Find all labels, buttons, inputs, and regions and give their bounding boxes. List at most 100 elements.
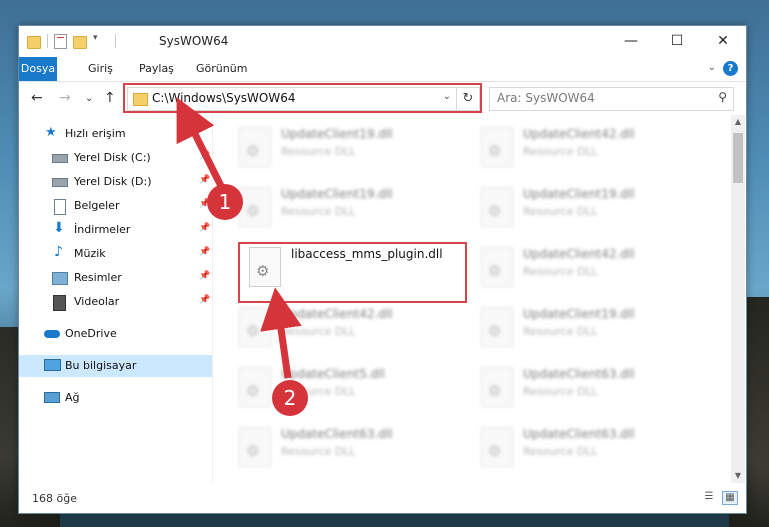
file-type: Resource DLL (523, 265, 598, 278)
customize-toolbar-icon[interactable]: ▾ (93, 33, 109, 49)
file-name: UpdateClient19.dll (523, 187, 635, 201)
sidebar-item-this-pc[interactable]: Bu bilgisayar (19, 355, 212, 377)
sidebar-item-label: Ağ (65, 391, 80, 404)
help-icon[interactable]: ? (723, 61, 738, 76)
gear-icon: ⚙ (488, 442, 502, 460)
sidebar-item-music[interactable]: ♪ Müzik 📌 (19, 243, 212, 265)
file-type: Resource DLL (523, 145, 598, 158)
dll-file-icon: ⚙ (481, 247, 513, 287)
window-title: SysWOW64 (159, 34, 229, 48)
up-button[interactable]: ↑ (104, 90, 116, 106)
sidebar-item-network[interactable]: Ağ (19, 387, 212, 409)
file-item[interactable]: ⚙ UpdateClient19.dll Resource DLL (475, 183, 705, 241)
properties-icon[interactable] (54, 33, 67, 49)
file-name: UpdateClient42.dll (281, 307, 393, 321)
gear-icon: ⚙ (488, 262, 502, 280)
sidebar-item-label: OneDrive (65, 327, 117, 340)
file-name: UpdateClient63.dll (281, 427, 393, 441)
file-item[interactable]: ⚙ UpdateClient63.dll Resource DLL (475, 363, 705, 421)
tab-home[interactable]: Giriş (79, 57, 122, 81)
file-highlight-box (238, 242, 467, 303)
file-item[interactable]: ⚙ UpdateClient63.dll Resource DLL (233, 423, 463, 481)
search-box[interactable]: Ara: SysWOW64 ⚲ (489, 87, 734, 111)
computer-icon (44, 359, 61, 371)
scroll-down-icon[interactable]: ▼ (731, 469, 745, 483)
maximize-button[interactable]: ☐ (654, 26, 700, 56)
file-name: UpdateClient42.dll (523, 127, 635, 141)
dll-file-icon: ⚙ (481, 127, 513, 167)
file-item[interactable]: ⚙ UpdateClient19.dll Resource DLL (475, 303, 705, 361)
file-type: Resource DLL (523, 325, 598, 338)
file-item[interactable]: ⚙ UpdateClient5.dll Resource DLL (233, 363, 463, 421)
dll-file-icon: ⚙ (481, 427, 513, 467)
gear-icon: ⚙ (488, 202, 502, 220)
dll-file-icon: ⚙ (239, 127, 271, 167)
file-name: UpdateClient5.dll (281, 367, 385, 381)
tab-view[interactable]: Görünüm (187, 57, 256, 81)
file-type: Resource DLL (523, 385, 598, 398)
scroll-thumb[interactable] (733, 133, 743, 183)
large-icons-view-icon[interactable]: ▦ (722, 491, 738, 505)
file-type: Resource DLL (281, 445, 356, 458)
close-button[interactable]: ✕ (700, 26, 746, 56)
gear-icon: ⚙ (246, 322, 260, 340)
recent-locations-button[interactable]: ⌄ (85, 93, 93, 104)
music-icon: ♪ (54, 244, 63, 260)
sidebar-item-downloads[interactable]: ⬇ İndirmeler 📌 (19, 219, 212, 241)
drive-icon (52, 154, 68, 163)
callout-badge-2: 2 (272, 380, 308, 416)
dll-file-icon: ⚙ (481, 307, 513, 347)
ribbon-tabs: Dosya Giriş Paylaş Görünüm ⌄ ? (19, 57, 746, 82)
sidebar-item-documents[interactable]: Belgeler 📌 (19, 195, 212, 217)
pin-icon: 📌 (199, 175, 211, 185)
file-item[interactable]: ⚙ UpdateClient42.dll Resource DLL (475, 243, 705, 301)
ribbon-collapse-icon[interactable]: ⌄ (708, 62, 716, 73)
file-type: Resource DLL (523, 445, 598, 458)
gear-icon: ⚙ (246, 382, 260, 400)
file-item[interactable]: ⚙ UpdateClient42.dll Resource DLL (233, 303, 463, 361)
status-bar: 168 öğe ☰ ▦ (19, 484, 746, 512)
sidebar-item-label: Müzik (74, 247, 106, 260)
pin-icon: 📌 (199, 223, 211, 233)
file-name: UpdateClient19.dll (281, 187, 393, 201)
file-item[interactable]: ⚙ UpdateClient19.dll Resource DLL (233, 123, 463, 181)
file-item[interactable]: ⚙ UpdateClient63.dll Resource DLL (475, 423, 705, 481)
gear-icon: ⚙ (488, 382, 502, 400)
pictures-icon (52, 272, 68, 285)
network-icon (44, 392, 60, 403)
vertical-scrollbar[interactable]: ▲ ▼ (731, 115, 745, 483)
tab-share[interactable]: Paylaş (130, 57, 183, 81)
gear-icon: ⚙ (246, 442, 260, 460)
back-button[interactable]: ← (31, 90, 43, 106)
file-type: Resource DLL (281, 205, 356, 218)
sidebar-item-label: İndirmeler (74, 223, 131, 236)
dll-file-icon: ⚙ (239, 367, 271, 407)
file-type: Resource DLL (523, 205, 598, 218)
file-type: Resource DLL (281, 145, 356, 158)
file-item[interactable]: ⚙ UpdateClient19.dll Resource DLL (233, 183, 463, 241)
sidebar-item-label: Yerel Disk (D:) (74, 175, 152, 188)
file-item[interactable]: ⚙ UpdateClient42.dll Resource DLL (475, 123, 705, 181)
search-placeholder[interactable]: Ara: SysWOW64 (497, 91, 595, 105)
scroll-up-icon[interactable]: ▲ (731, 115, 745, 129)
details-view-icon[interactable]: ☰ (702, 491, 716, 503)
video-icon (53, 295, 66, 311)
sidebar-item-onedrive[interactable]: OneDrive (19, 323, 212, 345)
minimize-button[interactable]: — (608, 26, 654, 56)
new-folder-icon[interactable] (73, 35, 87, 49)
search-icon[interactable]: ⚲ (718, 90, 727, 104)
file-type: Resource DLL (281, 325, 356, 338)
sidebar-item-videos[interactable]: Videolar 📌 (19, 291, 212, 313)
forward-button[interactable]: → (59, 90, 71, 106)
drive-icon (52, 178, 68, 187)
download-icon: ⬇ (53, 220, 65, 236)
sidebar-item-drive-d[interactable]: Yerel Disk (D:) 📌 (19, 171, 212, 193)
pin-icon: 📌 (199, 151, 211, 161)
sidebar-item-drive-c[interactable]: Yerel Disk (C:) 📌 (19, 147, 212, 169)
tab-file[interactable]: Dosya (19, 57, 57, 81)
sidebar-item-label: Hızlı erişim (65, 127, 126, 140)
gear-icon: ⚙ (246, 202, 260, 220)
sidebar-item-pictures[interactable]: Resimler 📌 (19, 267, 212, 289)
star-icon: ★ (45, 125, 57, 140)
sidebar-item-quick-access[interactable]: ★ Hızlı erişim (19, 123, 212, 145)
